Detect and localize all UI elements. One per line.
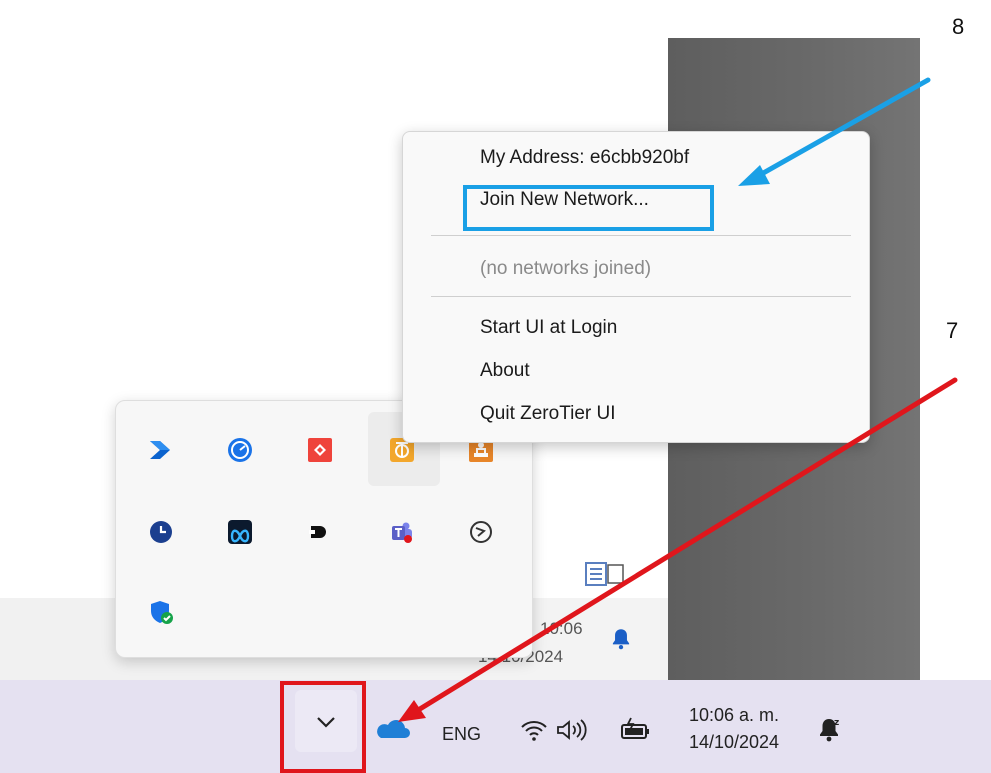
annotation-arrows — [398, 77, 958, 722]
red-arrowhead — [398, 700, 426, 722]
blue-arrow — [755, 77, 931, 179]
blue-arrowhead — [738, 165, 770, 186]
red-arrow — [412, 377, 958, 715]
